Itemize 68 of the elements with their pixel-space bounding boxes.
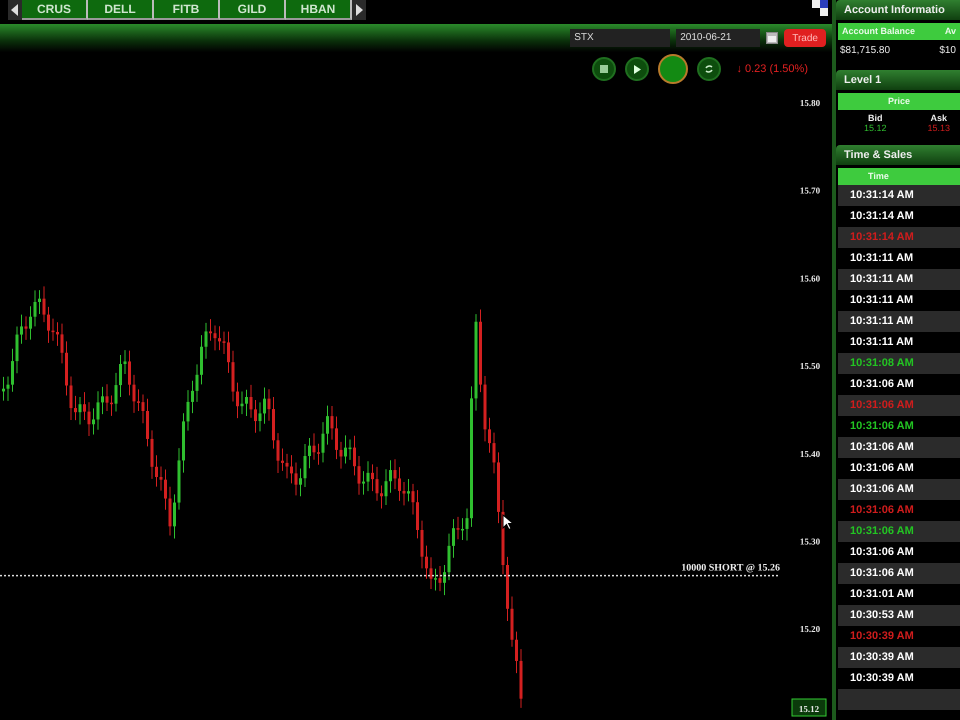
trade-time: 10:31:06 AM [850, 547, 914, 558]
trade-time: 10:31:08 AM [850, 358, 914, 369]
trade-time: 10:30:39 AM [850, 652, 914, 663]
play-icon [634, 64, 641, 74]
panel-header: Level 1 [836, 70, 960, 90]
column-header: Account Balance [842, 25, 916, 38]
trade-time: 10:31:01 AM [850, 589, 914, 600]
scroll-left-button[interactable] [8, 0, 22, 20]
symbol-tab[interactable]: HBAN [286, 0, 352, 20]
refresh-icon [704, 64, 714, 74]
price-axis-label: 15.50 [800, 361, 820, 372]
account-balance: $81,715.80 [840, 44, 890, 58]
column-header: Price [838, 93, 960, 110]
trade-time: 10:31:11 AM [850, 295, 914, 306]
trade-time: 10:30:39 AM [850, 673, 914, 684]
trade-time: 10:31:06 AM [850, 463, 914, 474]
trade-button[interactable]: Trade [784, 29, 826, 47]
cursor-icon [502, 514, 514, 531]
playback-button[interactable] [625, 57, 650, 81]
scroll-right-button[interactable] [352, 0, 366, 20]
trade-time: 10:31:11 AM [850, 253, 914, 264]
column-header: Time [838, 168, 960, 185]
symbol-tab[interactable]: DELL [88, 0, 154, 20]
checker-icon [812, 0, 828, 16]
playback-button[interactable] [697, 57, 722, 81]
symbol-tab[interactable]: GILD [220, 0, 286, 20]
position-label: 10000 SHORT @ 15.26 [681, 562, 780, 574]
left-arrow-icon [11, 4, 19, 16]
trade-time: 10:31:11 AM [850, 316, 914, 327]
trade-time: 10:31:11 AM [850, 337, 914, 348]
bid-label: Bid [868, 113, 883, 123]
trade-time: 10:31:14 AM [850, 190, 914, 201]
trade-time: 10:31:06 AM [850, 484, 914, 495]
trade-time: 10:31:06 AM [850, 421, 914, 432]
symbol-tab[interactable]: FITB [154, 0, 220, 20]
ask-label: Ask [930, 113, 947, 123]
date-field[interactable]: 2010-06-21 [676, 29, 760, 47]
panel-header: Account Informatio [836, 0, 960, 20]
trade-time: 10:30:53 AM [850, 610, 914, 621]
ask-price: 15.13 [927, 123, 950, 133]
trade-time: 10:31:06 AM [850, 442, 914, 453]
price-change: ↓ 0.23 (1.50%) [736, 63, 808, 75]
last-price-tag: 15.12 [792, 698, 826, 716]
trade-time: 10:31:06 AM [850, 400, 914, 411]
trade-time: 10:31:06 AM [850, 568, 914, 579]
column-header: Av [944, 25, 956, 38]
price-axis-label: 15.80 [800, 98, 820, 108]
price-axis-label: 15.20 [800, 624, 820, 634]
trade-time: 10:31:11 AM [850, 274, 914, 285]
trade-time: 10:31:14 AM [850, 232, 914, 243]
price-axis-label: 15.70 [800, 186, 820, 196]
stop-icon [600, 65, 608, 73]
right-arrow-icon [355, 4, 363, 16]
trade-time: 10:30:39 AM [850, 631, 914, 642]
trade-time: 10:31:06 AM [850, 526, 914, 537]
playback-button[interactable] [592, 57, 616, 81]
trade-time: 10:31:14 AM [850, 211, 914, 222]
calendar-icon[interactable] [766, 32, 778, 44]
account-value: $10 [939, 44, 956, 58]
symbol-field[interactable]: STX [570, 29, 670, 47]
price-axis-label: 15.40 [800, 448, 820, 459]
trade-time: 10:31:06 AM [850, 379, 914, 390]
trade-time: 10:31:06 AM [850, 505, 914, 516]
panel-header: Time & Sales [836, 145, 960, 165]
bid-price: 15.12 [864, 123, 887, 133]
price-axis-label: 15.30 [800, 536, 820, 546]
price-axis-label: 15.60 [800, 273, 820, 284]
symbol-tab[interactable]: CRUS [22, 0, 88, 20]
